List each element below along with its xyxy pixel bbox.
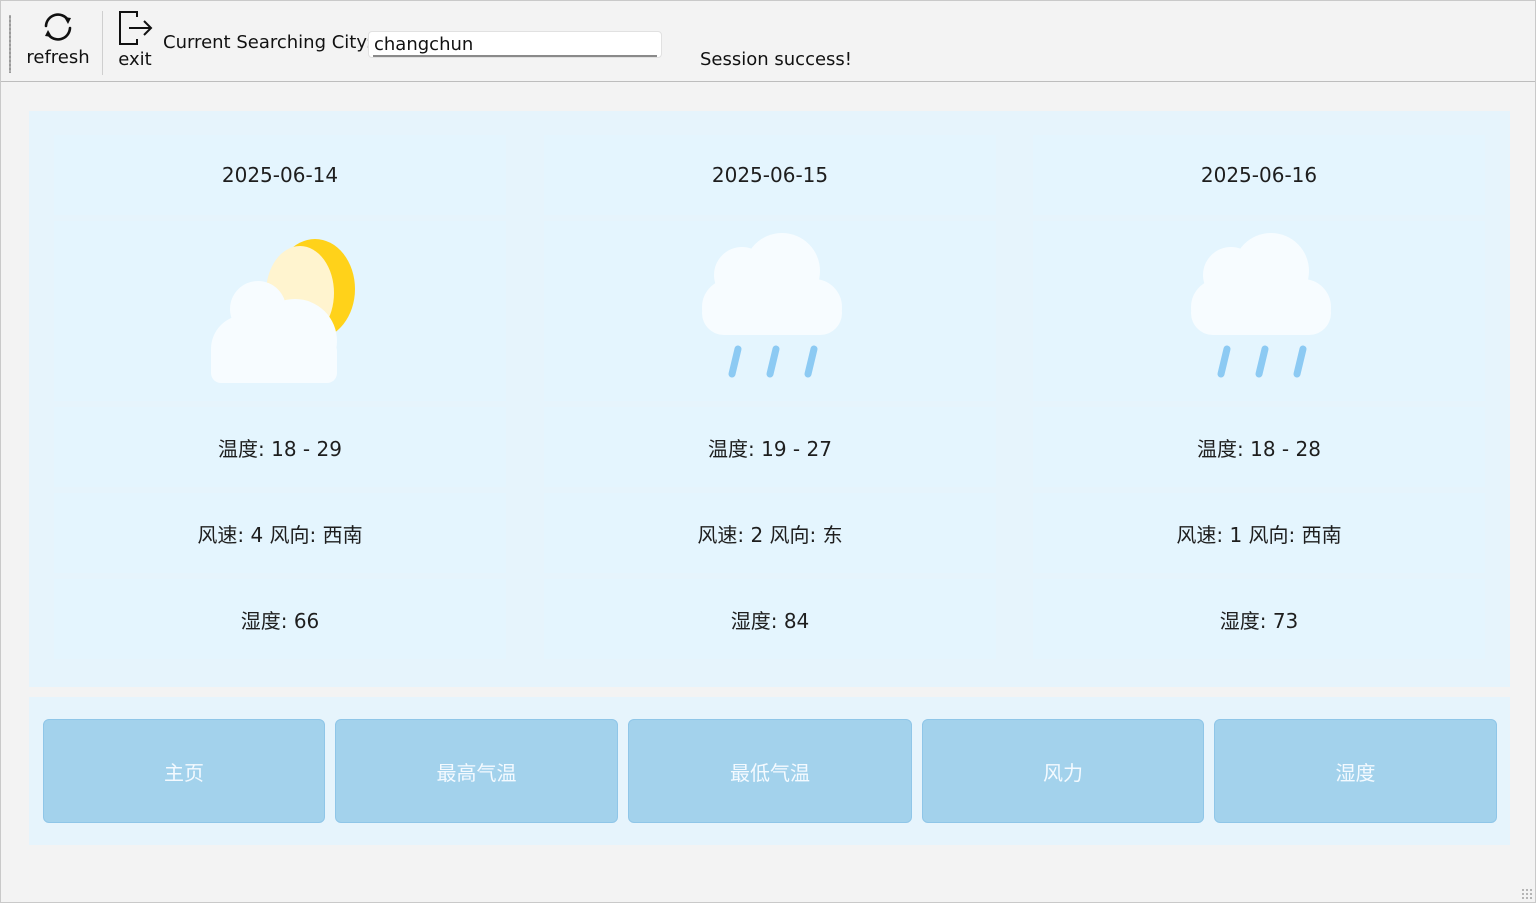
partly-cloudy-icon: [211, 239, 355, 383]
forecast-humidity: 湿度: 66: [54, 579, 506, 659]
forecast-temperature: 温度: 19 - 27: [544, 407, 996, 487]
forecast-panel: 2025-06-14 温度: 18 - 29 风速: 4 风向: 西南 湿度: …: [29, 111, 1510, 687]
weather-icon-cell: [1033, 221, 1485, 401]
refresh-button[interactable]: refresh: [21, 9, 95, 75]
bottom-nav: 主页 最高气温 最低气温 风力 湿度: [29, 697, 1510, 845]
refresh-label: refresh: [26, 47, 90, 68]
nav-wind-button[interactable]: 风力: [922, 719, 1204, 823]
exit-button[interactable]: exit: [109, 9, 161, 75]
forecast-humidity: 湿度: 73: [1033, 579, 1485, 659]
toolbar-grip[interactable]: [9, 15, 11, 73]
city-input[interactable]: [373, 33, 657, 57]
nav-home-button[interactable]: 主页: [43, 719, 325, 823]
forecast-wind: 风速: 2 风向: 东: [544, 493, 996, 573]
exit-label: exit: [118, 49, 152, 70]
weather-icon-cell: [544, 221, 996, 401]
window-resize-grip[interactable]: [1521, 888, 1533, 900]
forecast-date: 2025-06-16: [1033, 135, 1485, 215]
weather-icon-cell: [54, 221, 506, 401]
nav-humidity-button[interactable]: 湿度: [1214, 719, 1497, 823]
forecast-day-3: 2025-06-16 温度: 18 - 28 风速: 1 风向: 西南 湿度: …: [1033, 135, 1485, 660]
forecast-humidity: 湿度: 84: [544, 579, 996, 659]
status-message: Session success!: [700, 49, 853, 70]
rain-icon: [702, 233, 842, 378]
forecast-day-1: 2025-06-14 温度: 18 - 29 风速: 4 风向: 西南 湿度: …: [54, 135, 506, 660]
forecast-temperature: 温度: 18 - 28: [1033, 407, 1485, 487]
city-label: Current Searching City:: [163, 32, 372, 53]
forecast-wind: 风速: 1 风向: 西南: [1033, 493, 1485, 573]
refresh-icon: [44, 13, 72, 41]
app-window: refresh exit Current Searching City: Ses…: [0, 0, 1536, 903]
rain-icon: [1191, 233, 1331, 378]
forecast-date: 2025-06-14: [54, 135, 506, 215]
nav-min-temp-button[interactable]: 最低气温: [628, 719, 912, 823]
forecast-date: 2025-06-15: [544, 135, 996, 215]
city-input-frame: [368, 31, 662, 58]
forecast-temperature: 温度: 18 - 29: [54, 407, 506, 487]
nav-max-temp-button[interactable]: 最高气温: [335, 719, 618, 823]
exit-icon: [119, 11, 153, 45]
forecast-day-2: 2025-06-15 温度: 19 - 27 风速: 2 风向: 东 湿度: 8…: [544, 135, 996, 660]
forecast-wind: 风速: 4 风向: 西南: [54, 493, 506, 573]
toolbar: refresh exit Current Searching City: Ses…: [1, 1, 1535, 82]
toolbar-separator: [102, 11, 103, 75]
